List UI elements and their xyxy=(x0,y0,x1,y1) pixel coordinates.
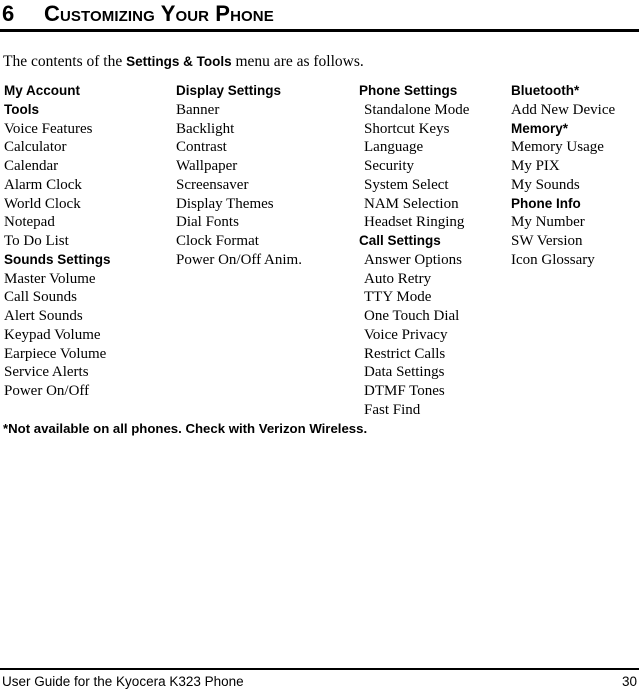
menu-item: SW Version xyxy=(511,233,583,249)
menu-item: Auto Retry xyxy=(364,270,432,287)
menu-item: My Number xyxy=(511,214,585,231)
menu-item: Language xyxy=(364,139,424,156)
menu-item: Earpiece Volume xyxy=(4,345,107,362)
menu-item: Headset Ringing xyxy=(364,214,465,231)
menu-group-heading: Tools xyxy=(4,101,39,117)
menu-item: Alarm Clock xyxy=(4,176,82,193)
menu-item: Add New Device xyxy=(511,101,616,118)
menu-item: DTMF Tones xyxy=(364,383,445,399)
menu-item: Contrast xyxy=(176,139,227,156)
settings-menu-table: My Account Tools Voice Features Calculator C… xyxy=(0,82,639,420)
menu-column-bluetooth-memory-phone-info: Bluetooth* Add New Device Memory* Memory Us… xyxy=(511,82,637,270)
menu-item: Call Sounds xyxy=(4,289,77,306)
menu-item: Fast Find xyxy=(364,401,421,418)
page-footer: User Guide for the Kyocera K323 Phone 30 xyxy=(0,668,639,691)
menu-item: Icon Glossary xyxy=(511,251,595,268)
menu-item: Alert Sounds xyxy=(4,308,83,324)
menu-item: Service Alerts xyxy=(4,364,89,381)
menu-item: Voice Features xyxy=(4,120,93,137)
menu-column-phone-and-call-settings: Phone Settings Standalone Mode Shortcut Ke… xyxy=(359,82,509,420)
menu-item: Memory Usage xyxy=(511,139,604,156)
footer-divider-rule xyxy=(0,668,639,670)
menu-item: Data Settings xyxy=(364,364,445,381)
intro-paragraph: The contents of the Settings & Tools men… xyxy=(3,52,364,71)
intro-suffix-text: menu are as follows. xyxy=(231,53,364,70)
menu-item: NAM Selection xyxy=(364,195,459,212)
menu-item: Power On/Off Anim. xyxy=(176,251,302,268)
menu-item: One Touch Dial xyxy=(364,308,460,324)
menu-item: Dial Fonts xyxy=(176,214,239,231)
menu-item: Wallpaper xyxy=(176,158,238,174)
menu-item: To Do List xyxy=(4,233,69,249)
menu-group-heading: Bluetooth* xyxy=(511,83,580,98)
menu-item: Display Themes xyxy=(176,195,274,212)
menu-item: My Sounds xyxy=(511,176,580,193)
menu-item: Security xyxy=(364,158,414,174)
menu-item: Master Volume xyxy=(4,270,96,287)
menu-item: Backlight xyxy=(176,120,235,137)
menu-item: Shortcut Keys xyxy=(364,120,450,137)
menu-item: Answer Options xyxy=(364,251,462,268)
menu-group-heading: Phone Settings xyxy=(359,83,458,98)
menu-item: Restrict Calls xyxy=(364,345,446,362)
header-divider-rule xyxy=(0,29,639,32)
menu-item: Calculator xyxy=(4,139,67,156)
menu-group-heading: Sounds Settings xyxy=(4,251,111,267)
menu-item: Voice Privacy xyxy=(364,326,448,343)
menu-item: Screensaver xyxy=(176,176,249,193)
menu-group-heading: Call Settings xyxy=(359,233,441,248)
menu-group-heading: My Account xyxy=(4,83,81,98)
menu-item: World Clock xyxy=(4,195,81,212)
footer-page-number: 30 xyxy=(621,674,637,689)
page-title: Customizing Your Phone xyxy=(44,1,274,26)
menu-item: System Select xyxy=(364,176,449,193)
menu-item: Power On/Off xyxy=(4,383,90,399)
menu-item: My PIX xyxy=(511,158,560,174)
intro-prefix-text: The contents of the xyxy=(3,53,127,70)
chapter-header: 6 Customizing Your Phone xyxy=(0,0,639,34)
menu-item: Clock Format xyxy=(176,233,259,249)
menu-item: Banner xyxy=(176,101,220,118)
availability-footnote: *Not available on all phones. Check with… xyxy=(3,421,368,436)
menu-column-my-account-tools-sounds: My Account Tools Voice Features Calculator C… xyxy=(4,82,174,401)
menu-item: TTY Mode xyxy=(364,289,432,306)
menu-item: Notepad xyxy=(4,214,55,231)
menu-group-heading: Memory* xyxy=(511,120,569,136)
menu-item: Keypad Volume xyxy=(4,326,101,343)
menu-column-display-settings: Display Settings Banner Backlight Contrast W… xyxy=(176,82,356,270)
chapter-number: 6 xyxy=(2,1,15,26)
menu-item: Calendar xyxy=(4,158,59,174)
menu-group-heading: Display Settings xyxy=(176,83,282,98)
menu-group-heading: Phone Info xyxy=(511,195,581,211)
footer-document-title: User Guide for the Kyocera K323 Phone xyxy=(2,674,244,689)
intro-menu-name: Settings & Tools xyxy=(126,54,232,69)
menu-item: Standalone Mode xyxy=(364,101,470,118)
